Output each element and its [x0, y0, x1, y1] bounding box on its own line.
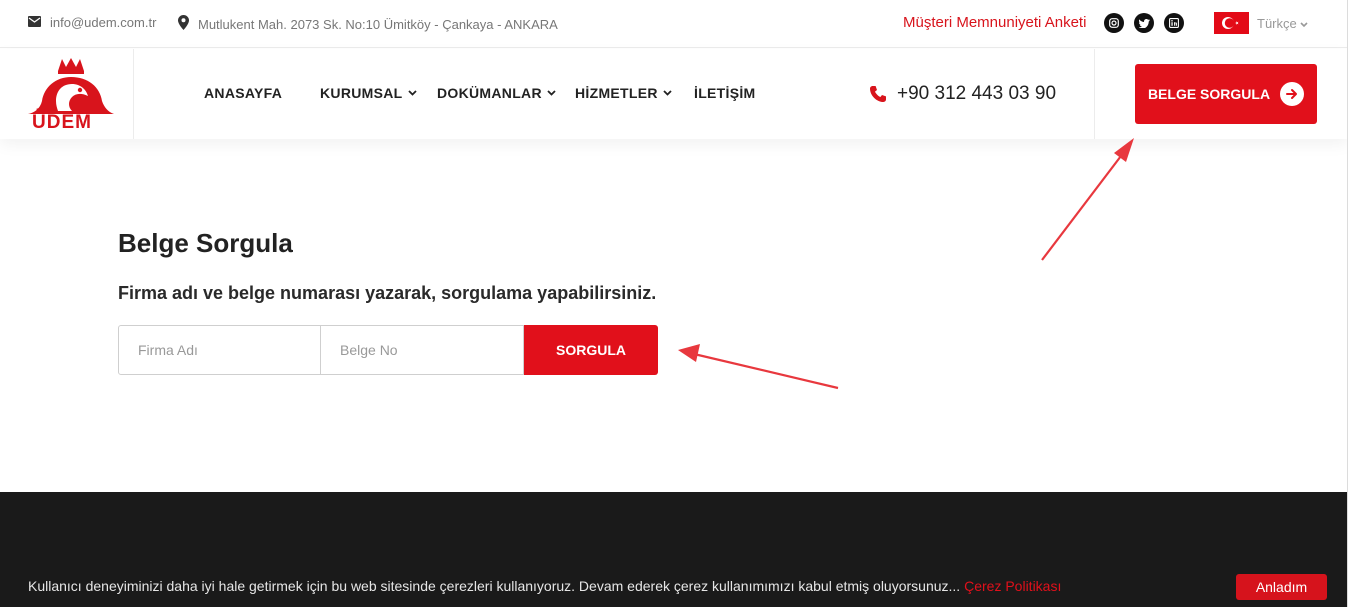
cta-label: BELGE SORGULA	[1147, 86, 1271, 102]
nav-contact[interactable]: İLETİŞİM	[694, 85, 756, 101]
address-text: Mutlukent Mah. 2073 Sk. No:10 Ümitköy - …	[198, 16, 558, 32]
instagram-icon[interactable]	[1104, 13, 1124, 33]
arrow-right-circle-icon	[1280, 82, 1305, 106]
nav-label: KURUMSAL	[320, 85, 403, 101]
cookie-policy-link[interactable]: Çerez Politikası	[964, 578, 1061, 594]
header-divider	[1094, 49, 1095, 139]
chevron-down-icon	[1300, 16, 1308, 31]
phone-number[interactable]: +90 312 443 03 90	[869, 83, 1056, 105]
logo-text: UDEM	[32, 112, 92, 133]
cookie-text: Kullanıcı deneyiminizi daha iyi hale get…	[28, 578, 961, 594]
phone-icon	[870, 86, 886, 102]
chevron-down-icon	[547, 90, 556, 96]
document-query-cta-button[interactable]: BELGE SORGULA	[1135, 64, 1317, 124]
nav-corporate[interactable]: KURUMSAL	[320, 85, 417, 101]
nav-label: HİZMETLER	[575, 85, 658, 101]
company-name-input[interactable]	[118, 325, 321, 375]
survey-link[interactable]: Müşteri Memnuniyeti Anketi	[903, 14, 1086, 31]
email-text: info@udem.com.tr	[50, 15, 157, 30]
cookie-notice: Kullanıcı deneyiminizi daha iyi hale get…	[28, 578, 1061, 594]
nav-documents[interactable]: DOKÜMANLAR	[437, 85, 556, 101]
chevron-down-icon	[407, 90, 417, 96]
main-header: UDEM ANASAYFA KURUMSAL DOKÜMANLAR HİZMET…	[0, 49, 1348, 139]
contact-address: Mutlukent Mah. 2073 Sk. No:10 Ümitköy - …	[178, 15, 558, 33]
twitter-icon[interactable]	[1134, 13, 1154, 33]
nav-label: DOKÜMANLAR	[437, 85, 542, 101]
mail-icon	[28, 15, 50, 30]
nav-home[interactable]: ANASAYFA	[204, 85, 282, 101]
annotation-arrow-to-cta	[1041, 138, 1134, 261]
chevron-down-icon	[663, 90, 672, 96]
language-selector[interactable]: Türkçe	[1214, 12, 1308, 34]
nav-services[interactable]: HİZMETLER	[575, 85, 672, 101]
logo[interactable]: UDEM	[0, 49, 134, 139]
page-subtitle: Firma adı ve belge numarası yazarak, sor…	[118, 283, 657, 303]
query-submit-button[interactable]: SORGULA	[524, 325, 658, 375]
document-number-input[interactable]	[321, 325, 524, 375]
lion-crown-icon	[28, 58, 114, 114]
annotation-arrow-to-submit	[678, 344, 839, 390]
top-bar: info@udem.com.tr Mutlukent Mah. 2073 Sk.…	[0, 0, 1348, 48]
linkedin-icon[interactable]	[1164, 13, 1184, 33]
language-label: Türkçe	[1257, 15, 1297, 31]
cookie-accept-button[interactable]: Anladım	[1236, 574, 1327, 600]
document-query-form: SORGULA	[118, 325, 658, 375]
page-title: Belge Sorgula	[118, 228, 293, 258]
location-pin-icon	[178, 15, 198, 33]
turkey-flag-icon	[1214, 12, 1249, 34]
contact-email[interactable]: info@udem.com.tr	[28, 15, 156, 30]
nav-label: ANASAYFA	[204, 85, 283, 101]
phone-text: +90 312 443 03 90	[897, 83, 1057, 104]
nav-label: İLETİŞİM	[694, 85, 756, 101]
